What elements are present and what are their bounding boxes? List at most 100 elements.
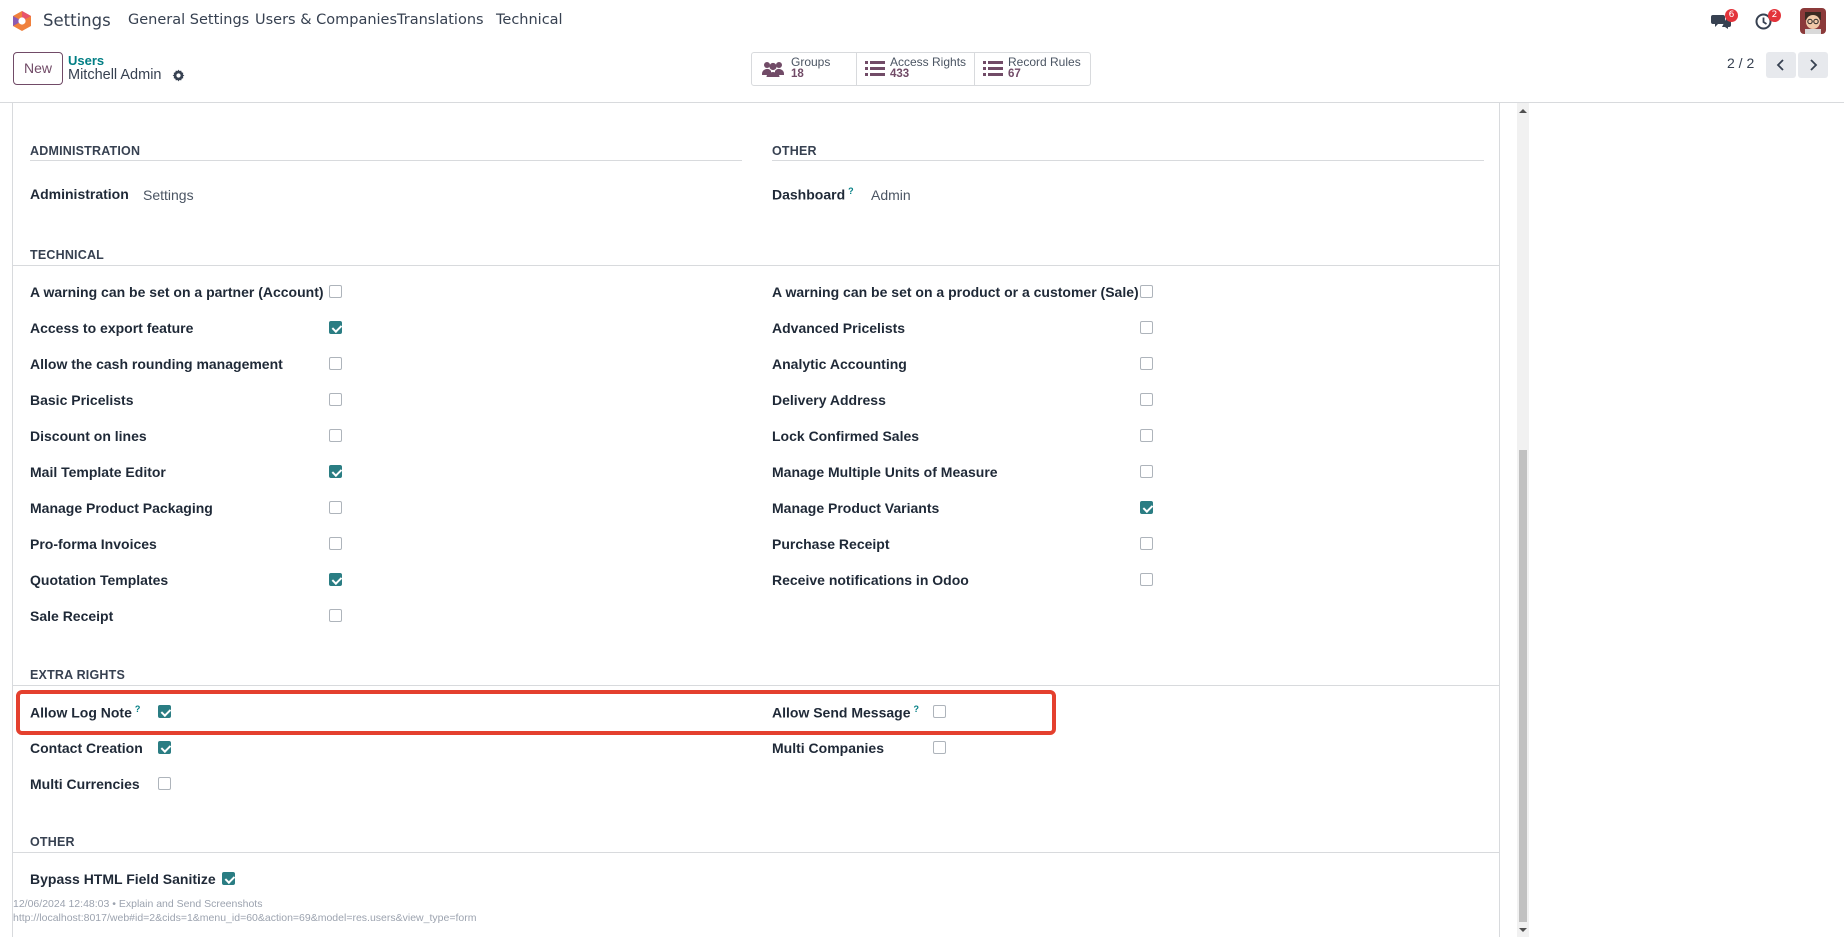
top-navbar: Settings General Settings Users & Compan… — [0, 0, 1844, 42]
technical-right-item-4-label: Lock Confirmed Sales — [772, 428, 920, 444]
activities-badge: 2 — [1768, 9, 1781, 22]
technical-left-item-7-label: Pro-forma Invoices — [30, 536, 157, 552]
administration-label: Administration — [30, 186, 129, 202]
technical-left-item-4-checkbox[interactable] — [329, 429, 342, 442]
gear-icon[interactable] — [172, 69, 185, 82]
dashboard-value[interactable]: Admin — [871, 187, 911, 203]
bypass-html-label: Bypass HTML Field Sanitize — [30, 871, 216, 887]
technical-right-item-7-label: Purchase Receipt — [772, 536, 890, 552]
technical-right-item-8-checkbox[interactable] — [1140, 573, 1153, 586]
record-rules-label: Record Rules — [1008, 55, 1081, 69]
help-icon[interactable]: ? — [848, 186, 854, 196]
groups-smart-button[interactable]: Groups 18 — [752, 53, 857, 85]
smart-buttons: Groups 18 Access Rights 433 Record Rules… — [751, 52, 1091, 86]
activities-button[interactable]: 2 — [1754, 8, 1784, 34]
section-title-technical: TECHNICAL — [30, 248, 105, 262]
technical-right-item-5-label: Manage Multiple Units of Measure — [772, 464, 998, 480]
section-divider — [30, 160, 742, 161]
groups-count: 18 — [791, 68, 804, 80]
technical-left-item-6-checkbox[interactable] — [329, 501, 342, 514]
technical-left-item-5-label: Mail Template Editor — [30, 464, 166, 480]
technical-left-item-4-label: Discount on lines — [30, 428, 147, 444]
extra-left-item-2-label: Multi Currencies — [30, 776, 140, 792]
section-divider — [13, 685, 1499, 686]
technical-right-item-0-label: A warning can be set on a product or a c… — [772, 284, 1139, 300]
access-rights-count: 433 — [890, 68, 910, 80]
menu-general-settings[interactable]: General Settings — [128, 12, 249, 28]
extra-left-item-2-checkbox[interactable] — [158, 777, 171, 790]
messages-button[interactable]: 6 — [1710, 8, 1740, 34]
menu-technical[interactable]: Technical — [496, 12, 563, 28]
section-title-other-bottom: OTHER — [30, 835, 75, 849]
menu-users-companies[interactable]: Users & Companies — [255, 12, 397, 28]
technical-left-item-2-checkbox[interactable] — [329, 357, 342, 370]
technical-right-item-8-label: Receive notifications in Odoo — [772, 572, 969, 588]
extra-left-item-1-checkbox[interactable] — [158, 741, 171, 754]
pager-next-button[interactable] — [1798, 52, 1828, 78]
record-rules-smart-button[interactable]: Record Rules 67 — [975, 53, 1090, 85]
section-title-administration: ADMINISTRATION — [30, 144, 141, 158]
administration-value[interactable]: Settings — [143, 187, 194, 203]
technical-right-item-4-checkbox[interactable] — [1140, 429, 1153, 442]
technical-left-item-2-label: Allow the cash rounding management — [30, 356, 283, 372]
scroll-down-icon[interactable] — [1519, 926, 1527, 934]
technical-left-item-8-checkbox[interactable] — [329, 573, 342, 586]
technical-right-item-6-label: Manage Product Variants — [772, 500, 940, 516]
messages-badge: 6 — [1725, 9, 1738, 22]
extra-right-item-1-checkbox[interactable] — [933, 741, 946, 754]
user-avatar[interactable] — [1800, 8, 1826, 34]
technical-left-item-5-checkbox[interactable] — [329, 465, 342, 478]
pager-previous-button[interactable] — [1766, 52, 1796, 78]
users-icon — [762, 62, 784, 77]
technical-left-item-0-label: A warning can be set on a partner (Accou… — [30, 284, 324, 300]
control-panel: New Users Mitchell Admin Groups 18 Acces… — [0, 42, 1844, 103]
technical-right-item-1-label: Advanced Pricelists — [772, 320, 906, 336]
dashboard-label: Dashboard? — [772, 186, 854, 203]
scrollbar-thumb[interactable] — [1519, 450, 1527, 922]
technical-right-item-3-label: Delivery Address — [772, 392, 886, 408]
technical-left-item-0-checkbox[interactable] — [329, 285, 342, 298]
scroll-up-icon[interactable] — [1519, 107, 1527, 115]
bypass-html-checkbox[interactable] — [222, 872, 235, 885]
extra-right-item-1-label: Multi Companies — [772, 740, 885, 756]
section-title-other: OTHER — [772, 144, 817, 158]
menu-translations[interactable]: Translations — [397, 12, 484, 28]
chevron-right-icon — [1810, 59, 1818, 71]
technical-left-item-3-checkbox[interactable] — [329, 393, 342, 406]
footer-timestamp: 12/06/2024 12:48:03 • Explain and Send S… — [13, 898, 263, 910]
highlight-box — [16, 690, 1056, 735]
form-sheet — [12, 103, 1500, 937]
section-divider — [13, 265, 1499, 266]
technical-left-item-9-checkbox[interactable] — [329, 609, 342, 622]
technical-right-item-5-checkbox[interactable] — [1140, 465, 1153, 478]
pager-value[interactable]: 2 / 2 — [1727, 55, 1754, 71]
technical-right-item-0-checkbox[interactable] — [1140, 285, 1153, 298]
odoo-logo-icon[interactable] — [11, 10, 33, 32]
technical-left-item-6-label: Manage Product Packaging — [30, 500, 213, 516]
technical-left-item-1-checkbox[interactable] — [329, 321, 342, 334]
technical-left-item-3-label: Basic Pricelists — [30, 392, 134, 408]
section-divider — [13, 852, 1499, 853]
technical-right-item-7-checkbox[interactable] — [1140, 537, 1153, 550]
section-divider — [772, 160, 1484, 161]
access-rights-smart-button[interactable]: Access Rights 433 — [857, 53, 975, 85]
technical-left-item-1-label: Access to export feature — [30, 320, 194, 336]
avatar-icon — [1800, 8, 1826, 34]
new-button[interactable]: New — [13, 52, 63, 85]
app-name[interactable]: Settings — [43, 11, 111, 30]
record-rules-count: 67 — [1008, 68, 1021, 80]
footer-url: http://localhost:8017/web#id=2&cids=1&me… — [13, 912, 477, 924]
technical-right-item-6-checkbox[interactable] — [1140, 501, 1153, 514]
breadcrumb-users[interactable]: Users — [68, 53, 104, 68]
groups-label: Groups — [791, 55, 831, 69]
technical-right-item-3-checkbox[interactable] — [1140, 393, 1153, 406]
access-rights-label: Access Rights — [890, 55, 967, 69]
list-icon — [865, 61, 885, 76]
technical-left-item-9-label: Sale Receipt — [30, 608, 114, 624]
section-title-extra-rights: EXTRA RIGHTS — [30, 668, 125, 682]
technical-left-item-7-checkbox[interactable] — [329, 537, 342, 550]
technical-right-item-1-checkbox[interactable] — [1140, 321, 1153, 334]
extra-left-item-1-label: Contact Creation — [30, 740, 143, 756]
technical-left-item-8-label: Quotation Templates — [30, 572, 169, 588]
technical-right-item-2-checkbox[interactable] — [1140, 357, 1153, 370]
